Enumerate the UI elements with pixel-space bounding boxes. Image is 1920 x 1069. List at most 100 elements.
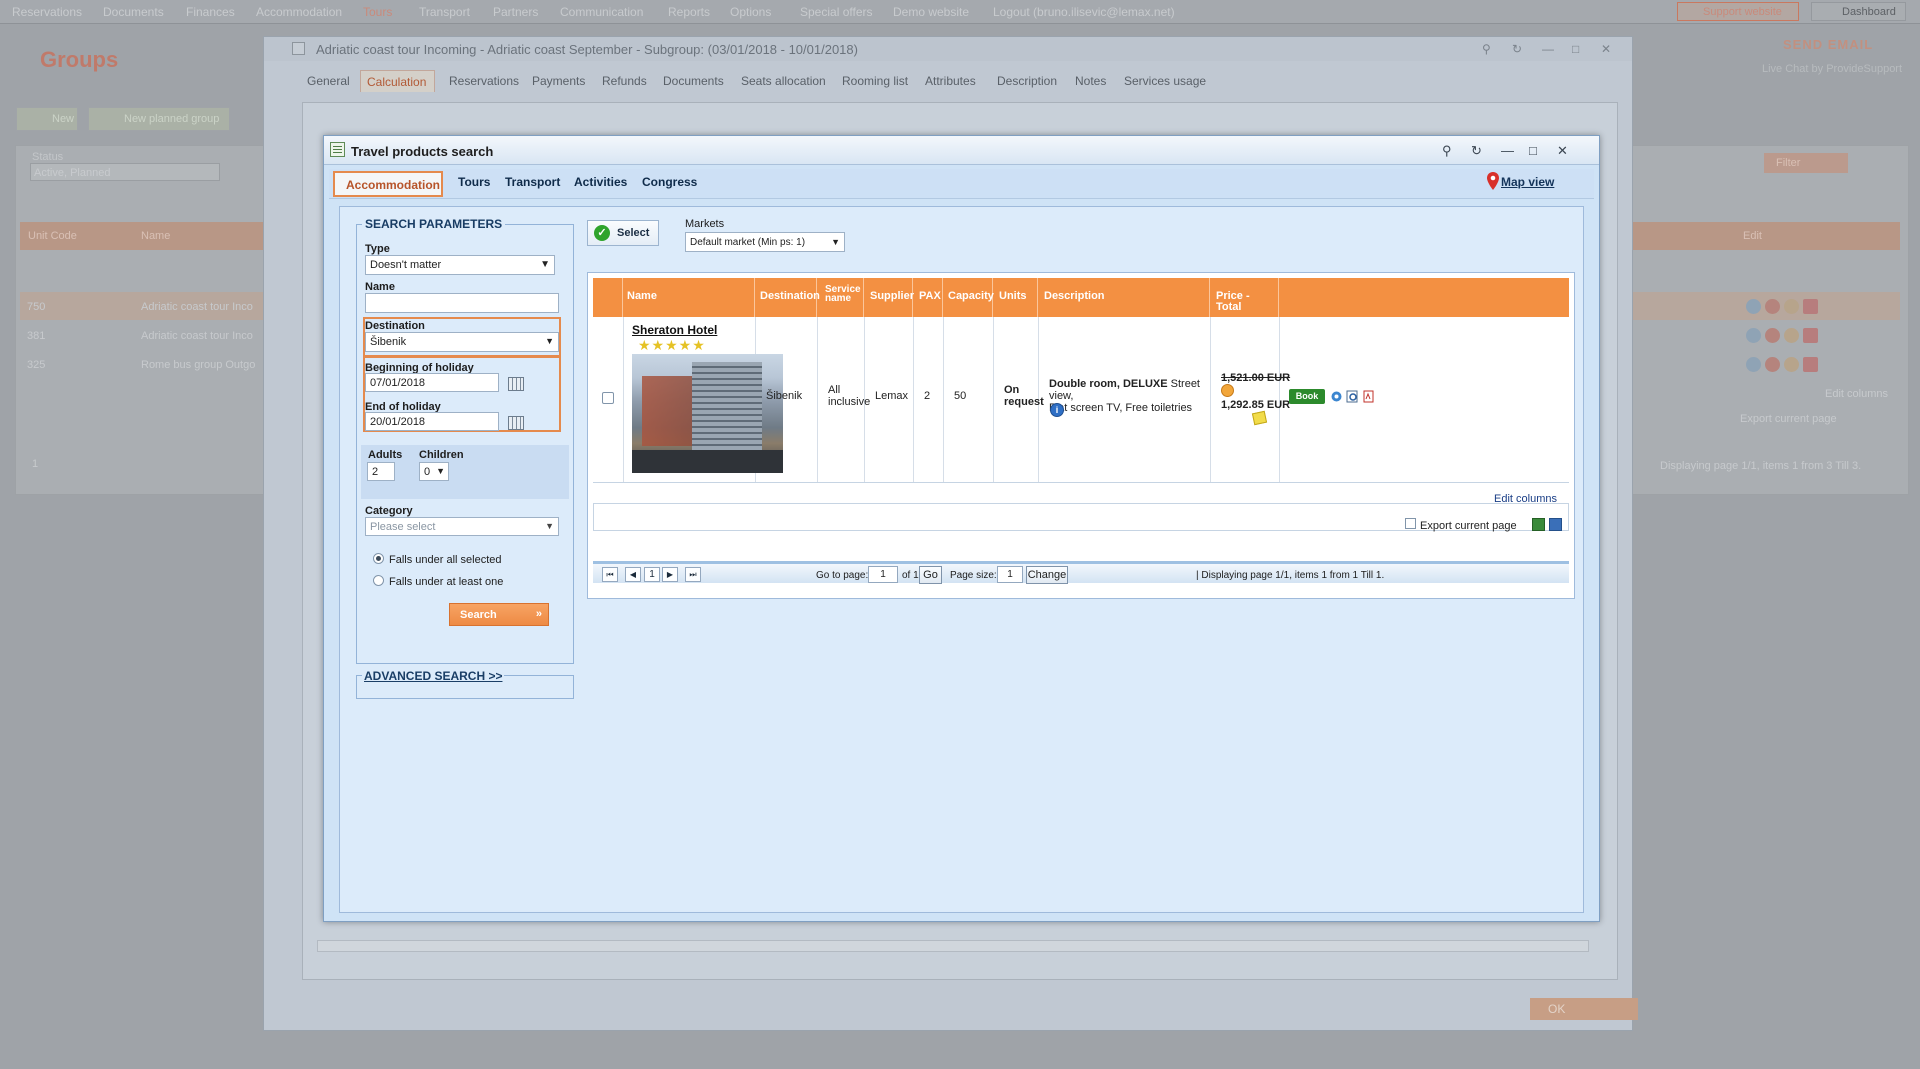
end-date-input[interactable]: 20/01/2018 (365, 412, 499, 431)
new-planned-group-button[interactable]: New planned group (88, 107, 230, 131)
minimize-icon[interactable]: — (1501, 143, 1514, 158)
goto-page-input[interactable]: 1 (868, 566, 898, 583)
new-button[interactable]: New (16, 107, 78, 131)
pin-icon[interactable]: ⚲ (1482, 42, 1491, 56)
maximize-icon[interactable]: □ (1529, 143, 1537, 158)
col-description[interactable]: Description (1038, 278, 1210, 317)
dashboard-button[interactable]: Dashboard (1811, 2, 1906, 21)
menu-partners[interactable]: Partners (493, 5, 538, 19)
pin-icon[interactable]: ⚲ (1442, 143, 1452, 159)
first-page-icon[interactable]: ⏮ (602, 567, 618, 582)
col-units[interactable]: Units (993, 278, 1038, 317)
menu-communication[interactable]: Communication (560, 5, 643, 19)
menu-logout[interactable]: Logout (bruno.ilisevic@lemax.net) (993, 5, 1175, 19)
page-number-button[interactable]: 1 (644, 567, 660, 582)
menu-documents[interactable]: Documents (103, 5, 164, 19)
tab-transport[interactable]: Transport (505, 175, 560, 189)
edit-columns-link[interactable]: Edit columns (1825, 388, 1888, 400)
row-actions[interactable] (1746, 299, 1826, 315)
table-row[interactable]: Sheraton Hotel ★★★★★ Šibenik All inclusi… (593, 317, 1569, 483)
tab-services-usage[interactable]: Services usage (1124, 70, 1206, 92)
book-button[interactable]: Book (1289, 389, 1325, 404)
refresh-icon[interactable]: ↻ (1471, 143, 1482, 159)
menu-accommodation[interactable]: Accommodation (256, 5, 342, 19)
tab-congress[interactable]: Congress (642, 175, 697, 189)
name-input[interactable] (365, 293, 559, 313)
tab-general[interactable]: General (307, 70, 350, 92)
status-select[interactable]: Active, Planned (30, 163, 220, 181)
gear-icon[interactable] (1330, 390, 1343, 403)
radio-falls-under-all[interactable] (373, 553, 384, 564)
change-button[interactable]: Change (1026, 566, 1068, 584)
row-actions[interactable] (1746, 357, 1826, 373)
tab-description[interactable]: Description (997, 70, 1057, 92)
calendar-icon[interactable] (508, 416, 524, 430)
menu-special-offers[interactable]: Special offers (800, 5, 873, 19)
advanced-search-link[interactable]: ADVANCED SEARCH >> (362, 669, 505, 683)
page-size-input[interactable]: 1 (997, 566, 1023, 583)
col-capacity[interactable]: Capacity (943, 278, 994, 317)
row-checkbox[interactable] (602, 392, 614, 404)
info-icon[interactable]: i (1050, 403, 1064, 417)
tab-documents[interactable]: Documents (663, 70, 724, 92)
children-select[interactable]: 0 ▼ (419, 462, 449, 481)
adults-input[interactable]: 2 (367, 462, 395, 481)
tab-notes[interactable]: Notes (1075, 70, 1106, 92)
radio-falls-under-one[interactable] (373, 575, 384, 586)
row-actions[interactable] (1746, 328, 1826, 344)
last-page-icon[interactable]: ⏭ (685, 567, 701, 582)
tab-refunds[interactable]: Refunds (602, 70, 647, 92)
menu-options[interactable]: Options (730, 5, 771, 19)
menu-reports[interactable]: Reports (668, 5, 710, 19)
map-view-link[interactable]: Map view (1501, 175, 1554, 189)
search-button[interactable]: Search » (449, 603, 549, 626)
filter-button[interactable]: Filter (1764, 153, 1848, 173)
category-select[interactable]: Please select ▼ (365, 517, 559, 536)
tab-calculation[interactable]: Calculation (360, 70, 435, 92)
maximize-icon[interactable]: □ (1572, 42, 1579, 56)
window-titlebar[interactable]: Adriatic coast tour Incoming - Adriatic … (264, 37, 1632, 61)
ok-button[interactable]: OK (1530, 998, 1638, 1020)
hotel-name-link[interactable]: Sheraton Hotel (632, 323, 717, 337)
destination-select[interactable]: Šibenik ▼ (365, 332, 559, 352)
menu-finances[interactable]: Finances (186, 5, 235, 19)
col-price-total[interactable]: Price - Total (1210, 278, 1279, 317)
close-icon[interactable]: ✕ (1557, 143, 1568, 159)
pdf-icon[interactable] (1362, 390, 1375, 403)
calendar-icon[interactable] (508, 377, 524, 391)
map-pin-icon[interactable] (1486, 172, 1500, 190)
word-export-icon[interactable] (1549, 518, 1562, 531)
menu-tours[interactable]: Tours (363, 5, 392, 19)
tab-accommodation[interactable]: Accommodation (333, 171, 443, 197)
tab-attributes[interactable]: Attributes (925, 70, 976, 92)
tab-payments[interactable]: Payments (532, 70, 585, 92)
tab-rooming-list[interactable]: Rooming list (842, 70, 908, 92)
col-pax[interactable]: PAX (913, 278, 943, 317)
export-checkbox[interactable] (1405, 518, 1416, 529)
tab-reservations[interactable]: Reservations (449, 70, 519, 92)
export-current-page[interactable]: Export current page (1740, 413, 1837, 425)
note-icon[interactable] (1251, 410, 1268, 426)
close-icon[interactable]: ✕ (1601, 42, 1611, 56)
dialog-titlebar[interactable]: Travel products search ⚲ ↻ — □ ✕ (324, 136, 1599, 165)
col-name[interactable]: Name (141, 230, 170, 242)
menu-reservations[interactable]: Reservations (12, 5, 82, 19)
send-email-link[interactable]: SEND EMAIL (1783, 37, 1873, 52)
support-website-button[interactable]: Support website (1677, 2, 1799, 21)
select-button[interactable]: ✓ Select (587, 220, 659, 246)
excel-export-icon[interactable] (1532, 518, 1545, 531)
tab-seats-allocation[interactable]: Seats allocation (741, 70, 826, 92)
tab-tours[interactable]: Tours (458, 175, 490, 189)
next-page-icon[interactable]: ▶ (662, 567, 678, 582)
hotel-photo[interactable] (632, 354, 783, 473)
col-service-name[interactable]: Service name (817, 278, 864, 317)
prev-page-icon[interactable]: ◀ (625, 567, 641, 582)
menu-transport[interactable]: Transport (419, 5, 470, 19)
horizontal-scrollbar[interactable] (317, 940, 1589, 952)
preview-icon[interactable] (1346, 390, 1359, 403)
pager-page[interactable]: 1 (32, 458, 38, 470)
tab-activities[interactable]: Activities (574, 175, 627, 189)
col-name[interactable]: Name (623, 278, 755, 317)
refresh-icon[interactable]: ↻ (1512, 42, 1522, 56)
type-select[interactable]: Doesn't matter ▼ (365, 255, 555, 275)
